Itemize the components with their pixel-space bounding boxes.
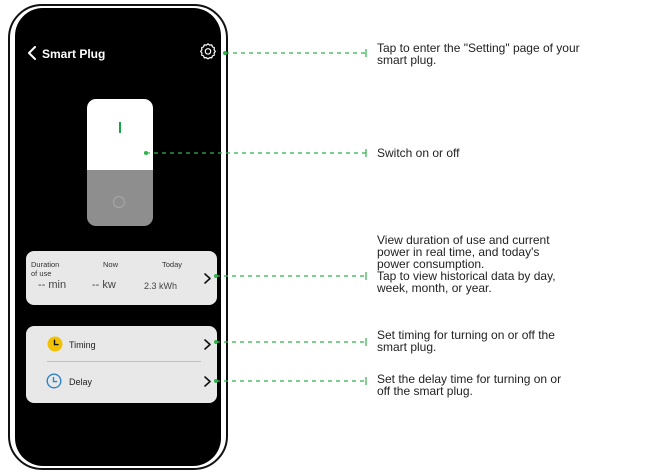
timing-annotation: Set timing for turning on or off the sma… [377, 329, 555, 353]
stats-leader-dot [214, 274, 218, 278]
delay-leader-dot [214, 379, 218, 383]
delay-annotation-line2: off the smart plug. [377, 384, 473, 398]
timing-annotation-line2: smart plug. [377, 340, 437, 354]
delay-annotation: Set the delay time for turning on or off… [377, 373, 561, 397]
settings-annotation-line2: smart plug. [377, 53, 437, 67]
settings-annotation: Tap to enter the "Setting" page of your … [377, 42, 580, 66]
switch-leader-dot [144, 151, 148, 155]
stats-annotation-line5: week, month, or year. [377, 281, 492, 295]
stats-annotation: View duration of use and current power i… [377, 234, 556, 294]
timing-leader-dot [214, 340, 218, 344]
settings-leader-dot [223, 51, 227, 55]
switch-annotation-line1: Switch on or off [377, 146, 460, 160]
switch-annotation: Switch on or off [377, 147, 460, 159]
